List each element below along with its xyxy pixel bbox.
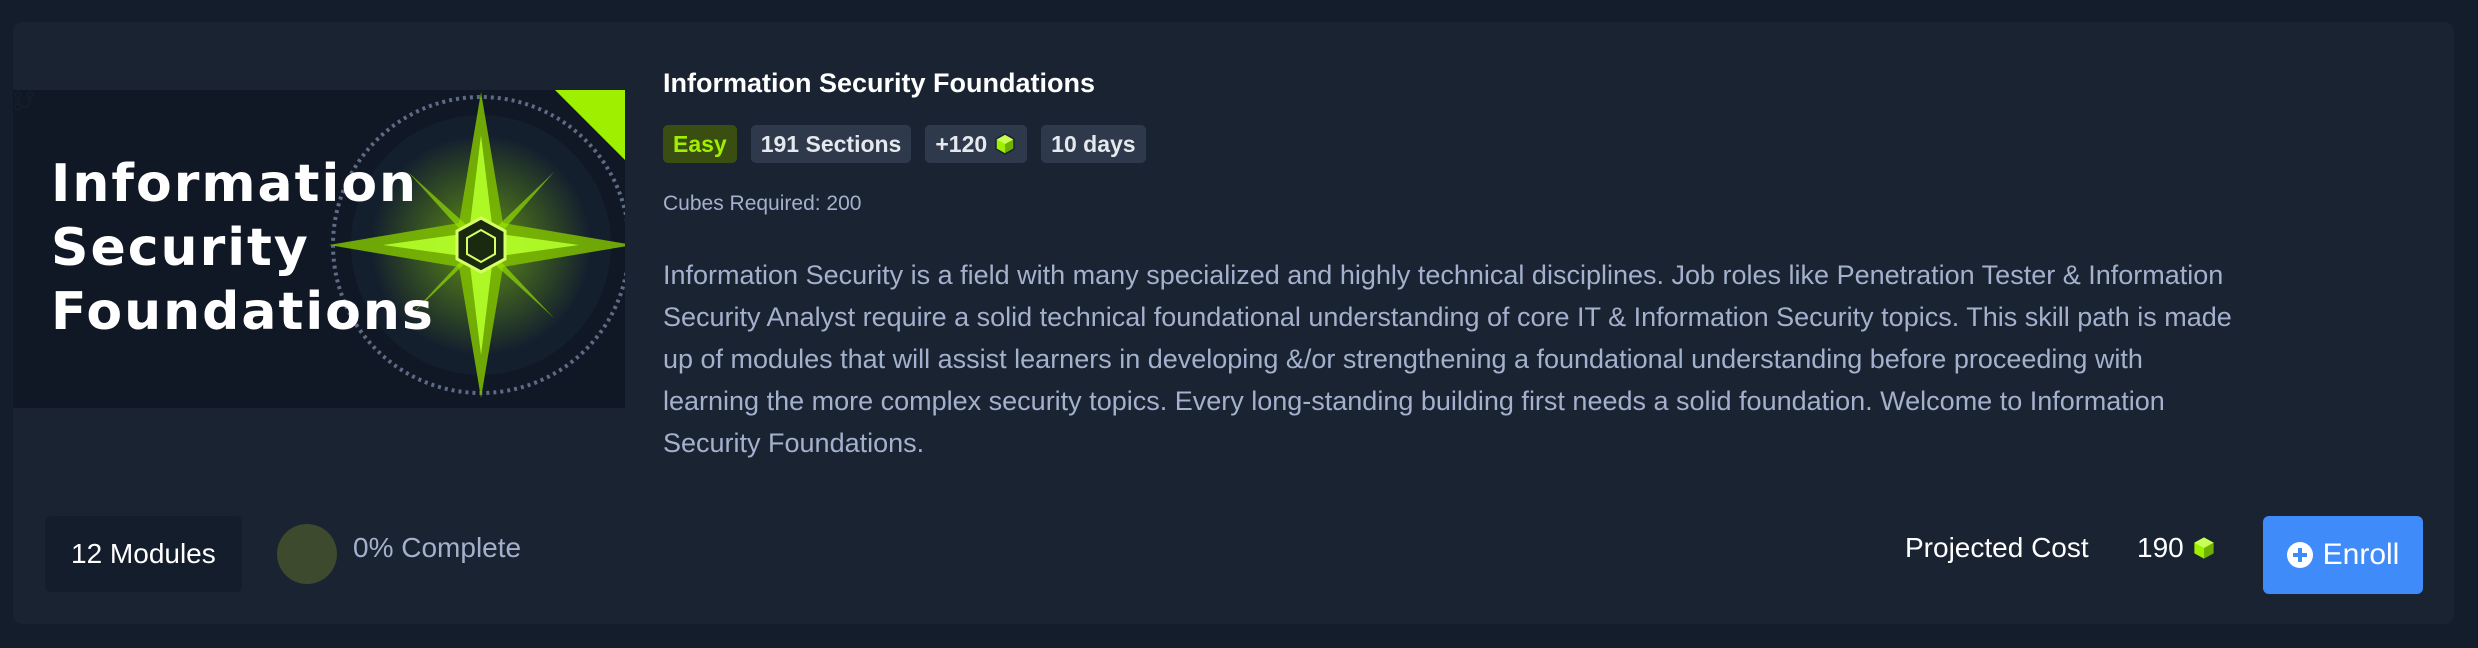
thumbnail-title: Information Security Foundations bbox=[51, 154, 435, 342]
difficulty-label: Easy bbox=[673, 131, 727, 157]
duration-badge: 10 days bbox=[1041, 125, 1146, 163]
path-icon bbox=[14, 91, 34, 111]
modules-count: 12 Modules bbox=[45, 516, 242, 592]
projected-cost: 190 bbox=[2137, 532, 2218, 564]
progress-label: 0% Complete bbox=[353, 532, 522, 563]
cube-icon bbox=[2192, 535, 2216, 561]
cubes-required: Cubes Required: 200 bbox=[663, 192, 862, 215]
course-title[interactable]: Information Security Foundations bbox=[663, 68, 1095, 99]
cubes-reward-label: +120 bbox=[935, 131, 988, 157]
progress-indicator bbox=[277, 524, 337, 584]
cube-icon bbox=[995, 133, 1015, 155]
projected-cost-value: 190 bbox=[2137, 532, 2184, 563]
enroll-button[interactable]: Enroll bbox=[2263, 516, 2423, 594]
difficulty-badge: Easy bbox=[663, 125, 737, 163]
skill-path-card[interactable]: Information Security Foundations Informa… bbox=[13, 22, 2454, 624]
enroll-label: Enroll bbox=[2322, 538, 2400, 571]
course-description: Information Security is a field with man… bbox=[663, 260, 2232, 458]
projected-cost-label: Projected Cost bbox=[1905, 532, 2089, 563]
cubes-reward-badge: +120 bbox=[925, 125, 1028, 163]
sections-badge: 191 Sections bbox=[750, 125, 912, 163]
duration-label: 10 days bbox=[1051, 131, 1136, 157]
course-tags: Easy 191 Sections +120 10 days bbox=[663, 125, 1146, 163]
skill-path-corner-tag bbox=[555, 90, 625, 160]
plus-circle-icon bbox=[2286, 542, 2313, 568]
course-thumbnail[interactable]: Information Security Foundations bbox=[13, 90, 625, 408]
sections-label: 191 Sections bbox=[760, 131, 902, 157]
